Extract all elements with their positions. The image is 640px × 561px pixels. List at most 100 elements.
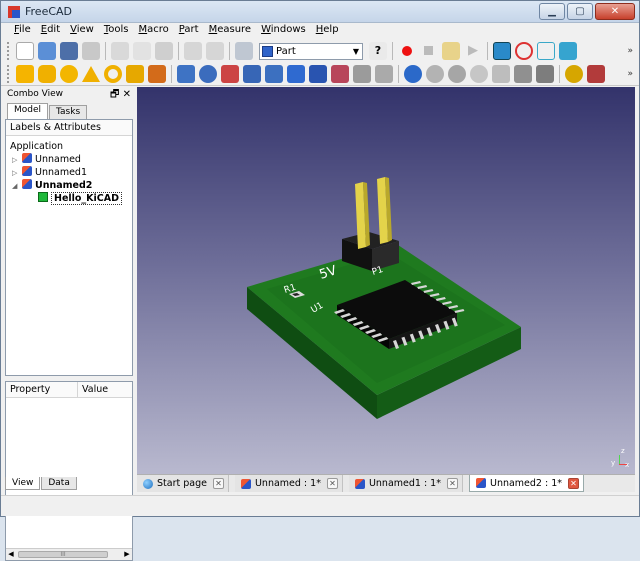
status-bar: [1, 495, 639, 516]
tab-tasks[interactable]: Tasks: [49, 105, 88, 119]
tab-view[interactable]: View: [5, 477, 41, 490]
cone-icon[interactable]: [82, 65, 100, 82]
offset-icon[interactable]: [375, 64, 393, 83]
tree-item-hello-kicad[interactable]: Hello_KiCAD: [38, 192, 123, 205]
ruled-surface-icon[interactable]: [287, 64, 305, 83]
mirror-icon[interactable]: [221, 64, 239, 83]
fuse-icon[interactable]: [448, 64, 466, 83]
paste-icon[interactable]: [155, 42, 173, 60]
menu-bar: File Edit View Tools Macro Part Measure …: [1, 23, 639, 38]
doc-tab-label: Unnamed : 1*: [254, 478, 321, 489]
property-column-header[interactable]: Property: [6, 382, 78, 397]
chamfer-icon[interactable]: [265, 64, 283, 83]
view-fit-icon[interactable]: [493, 42, 511, 60]
tab-data[interactable]: Data: [41, 477, 77, 490]
redo-icon[interactable]: [206, 42, 224, 60]
new-file-icon[interactable]: [16, 42, 34, 60]
macro-play-icon[interactable]: ▶: [464, 42, 482, 60]
check-geometry-icon[interactable]: [492, 64, 510, 83]
tree-item-label: Unnamed2: [35, 180, 93, 191]
dock-controls[interactable]: 🗗 ✕: [110, 87, 131, 102]
separator: [178, 42, 179, 60]
scroll-thumb[interactable]: III: [18, 551, 108, 558]
document-tabs: Start page ✕ Unnamed : 1* ✕ Unnamed1 : 1…: [137, 474, 635, 492]
menu-measure[interactable]: Measure: [204, 23, 257, 38]
3d-viewport[interactable]: 5V P1 R1 U1 y z x: [137, 87, 635, 475]
print-icon[interactable]: [82, 42, 100, 60]
tree-header: Labels & Attributes: [6, 120, 132, 136]
toolbar-overflow-icon[interactable]: »: [627, 46, 633, 56]
macro-edit-icon[interactable]: [442, 42, 460, 60]
horizontal-scrollbar[interactable]: ◀ III ▶: [6, 548, 132, 560]
fillet-icon[interactable]: [243, 64, 261, 83]
workbench-selector[interactable]: Part ▼: [259, 42, 363, 60]
menu-macro[interactable]: Macro: [134, 23, 174, 38]
toolbar-overflow-icon[interactable]: »: [627, 69, 633, 79]
tree-item-unnamed[interactable]: ▷ Unnamed: [12, 153, 81, 166]
separator: [487, 42, 488, 60]
front-view-icon[interactable]: [559, 42, 577, 60]
scroll-left-icon[interactable]: ◀: [6, 549, 16, 560]
doc-tab-unnamed2[interactable]: Unnamed2 : 1* ✕: [468, 475, 585, 492]
isometric-view-icon[interactable]: [537, 42, 555, 60]
tree-item-unnamed1[interactable]: ▷ Unnamed1: [12, 166, 87, 179]
toolbar-grip[interactable]: [7, 42, 10, 60]
combo-tabs: Model Tasks: [5, 103, 133, 119]
close-tab-icon[interactable]: ✕: [326, 478, 338, 489]
kicad-import-icon[interactable]: [565, 64, 583, 83]
doc-tab-unnamed1[interactable]: Unnamed1 : 1* ✕: [348, 475, 463, 492]
sweep-icon[interactable]: [331, 64, 349, 83]
macro-stop-icon[interactable]: [420, 42, 438, 60]
document-icon: [22, 179, 32, 189]
collapse-arrow-icon[interactable]: ◢: [12, 180, 22, 193]
doc-tab-start-page[interactable]: Start page ✕: [137, 475, 229, 492]
section-icon[interactable]: [353, 64, 371, 83]
boolean-icon[interactable]: [404, 64, 422, 83]
macro-record-icon[interactable]: [398, 42, 416, 60]
close-tab-icon[interactable]: ✕: [212, 478, 224, 489]
shape-builder-icon[interactable]: [148, 64, 166, 83]
menu-part[interactable]: Part: [174, 23, 204, 38]
draw-style-icon[interactable]: [515, 42, 533, 60]
scroll-right-icon[interactable]: ▶: [122, 549, 132, 560]
kicad-export-icon[interactable]: [587, 64, 605, 83]
copy-icon[interactable]: [133, 42, 151, 60]
pcb-model[interactable]: 5V P1 R1 U1: [137, 87, 635, 475]
common-icon[interactable]: [470, 64, 488, 83]
sphere-icon[interactable]: [60, 64, 78, 83]
menu-windows[interactable]: Windows: [256, 23, 311, 38]
refresh-icon[interactable]: [235, 42, 253, 60]
doc-tab-unnamed[interactable]: Unnamed : 1* ✕: [234, 475, 343, 492]
torus-icon[interactable]: [104, 64, 122, 83]
menu-tools[interactable]: Tools: [99, 23, 134, 38]
menu-edit[interactable]: Edit: [36, 23, 65, 38]
value-column-header[interactable]: Value: [78, 382, 108, 397]
whats-this-icon[interactable]: ?: [369, 42, 387, 60]
combo-view-header: Combo View 🗗 ✕: [5, 87, 133, 103]
tree-item-unnamed2[interactable]: ◢ Unnamed2: [12, 179, 92, 192]
primitives-icon[interactable]: [126, 64, 144, 83]
cross-section-icon[interactable]: [514, 64, 532, 83]
cylinder-icon[interactable]: [38, 64, 56, 83]
tab-model[interactable]: Model: [7, 103, 49, 119]
save-icon[interactable]: [60, 42, 78, 60]
maximize-button[interactable]: ▢: [567, 3, 593, 20]
close-button[interactable]: ✕: [595, 3, 635, 20]
extrude-icon[interactable]: [177, 64, 195, 83]
revolve-icon[interactable]: [199, 64, 217, 83]
box-icon[interactable]: [16, 64, 34, 83]
menu-file[interactable]: File: [9, 23, 36, 38]
cut-solid-icon[interactable]: [426, 64, 444, 83]
loft-icon[interactable]: [309, 64, 327, 83]
open-folder-icon[interactable]: [38, 42, 56, 60]
menu-view[interactable]: View: [65, 23, 99, 38]
defeaturing-icon[interactable]: [536, 64, 554, 83]
close-tab-icon[interactable]: ✕: [446, 478, 458, 489]
undo-icon[interactable]: [184, 42, 202, 60]
toolbar-grip[interactable]: [7, 64, 10, 83]
minimize-button[interactable]: ▁: [539, 3, 565, 20]
property-editor: Property Value ◀ III ▶: [5, 381, 133, 561]
menu-help[interactable]: Help: [311, 23, 344, 38]
close-tab-icon[interactable]: ✕: [568, 477, 580, 489]
cut-icon[interactable]: [111, 42, 129, 60]
